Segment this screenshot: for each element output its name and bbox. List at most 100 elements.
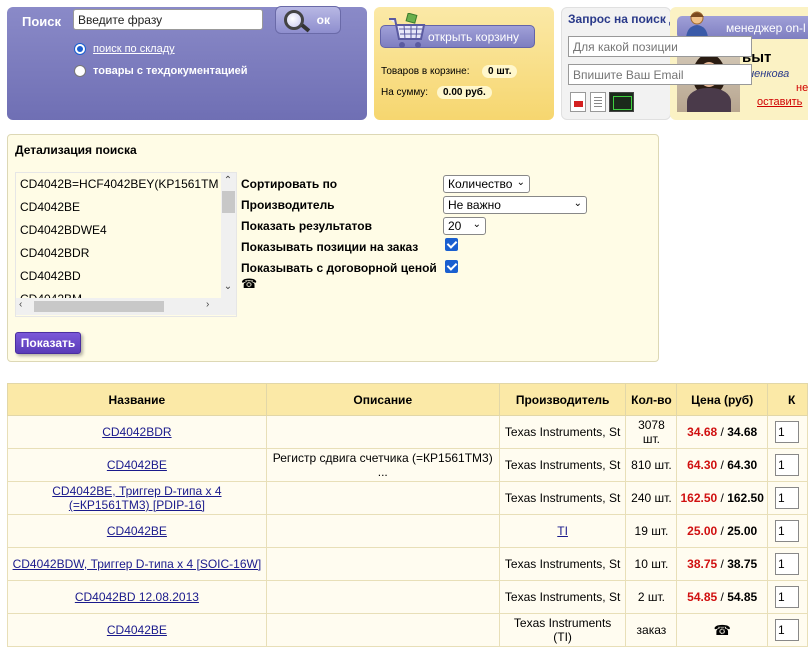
cell-quantity: 2 шт.	[625, 580, 678, 614]
cell-name: CD4042BE, Триггер D-типа x 4 (=КР1561ТМ3)…	[7, 481, 267, 515]
cell-maker: TI	[498, 514, 627, 548]
cell-name: CD4042BD 12.08.2013	[7, 580, 267, 614]
show-order-checkbox[interactable]	[445, 238, 458, 251]
table-row: CD4042BDR Texas Instruments, St 3078 шт. …	[7, 415, 808, 449]
maker-link[interactable]: TI	[557, 524, 568, 538]
scroll-right-icon[interactable]: ›	[206, 299, 209, 310]
product-link[interactable]: CD4042BDW, Триггер D-типа x 4 [SOIC-16W]	[13, 557, 262, 571]
result-count-label: Показать результатов	[241, 219, 372, 233]
request-email-input[interactable]	[568, 64, 752, 85]
maker-select[interactable]: Не важно ⌄	[443, 196, 587, 214]
search-button[interactable]: ок	[275, 6, 341, 34]
cell-quantity: 810 шт.	[625, 448, 678, 482]
show-contract-label: Показывать с договорной ценой	[241, 261, 437, 275]
sort-select[interactable]: Количество ⌄	[443, 175, 530, 193]
amount-input[interactable]	[775, 421, 799, 443]
scroll-thumb[interactable]	[34, 301, 164, 312]
amount-input[interactable]	[775, 487, 799, 509]
radio-docs-label[interactable]: товары с техдокументацией	[93, 65, 248, 77]
part-list-item[interactable]: CD4042BD	[20, 269, 81, 283]
request-title: Запрос на поиск д	[568, 12, 671, 26]
column-header-quantity[interactable]: Кол-во	[625, 383, 678, 416]
cell-price: 162.50 / 162.50	[676, 481, 768, 515]
chevron-down-icon: ⌄	[516, 177, 525, 188]
amount-input[interactable]	[775, 619, 799, 641]
cell-quantity: 19 шт.	[625, 514, 678, 548]
cell-maker: Texas Instruments, St	[498, 481, 627, 515]
results-table: Название Описание Производитель Кол-во Ц…	[7, 383, 808, 647]
scroll-down-icon[interactable]: ⌄	[223, 281, 233, 292]
table-row: CD4042BE TI 19 шт. 25.00 / 25.00	[7, 514, 808, 548]
product-link[interactable]: CD4042BE	[107, 623, 167, 637]
cell-name: CD4042BE	[7, 613, 267, 647]
document-icon[interactable]	[590, 92, 606, 112]
cell-amount	[767, 448, 808, 482]
chevron-down-icon: ⌄	[573, 198, 582, 209]
result-count-select[interactable]: 20 ⌄	[443, 217, 486, 235]
product-link[interactable]: CD4042BD 12.08.2013	[75, 590, 199, 604]
part-list-item[interactable]: CD4042BE	[20, 200, 80, 214]
radio-docs-search[interactable]	[74, 65, 86, 77]
sort-label: Сортировать по	[241, 177, 338, 191]
table-row: CD4042BE, Триггер D-типа x 4 (=КР1561ТМ3)…	[7, 481, 808, 515]
show-order-label: Показывать позиции на заказ	[241, 240, 419, 254]
cell-price: 38.75 / 38.75	[676, 547, 768, 581]
part-list-vertical-scrollbar[interactable]: ⌃ ⌄	[221, 173, 236, 298]
amount-input[interactable]	[775, 520, 799, 542]
product-link[interactable]: CD4042BE, Триггер D-типа x 4 (=КР1561ТМ3)…	[52, 484, 221, 512]
cell-amount	[767, 547, 808, 581]
cart-items-label: Товаров в корзине:	[381, 66, 470, 77]
cell-amount	[767, 580, 808, 614]
show-contract-checkbox[interactable]	[445, 260, 458, 273]
column-header-description[interactable]: Описание	[265, 383, 500, 416]
part-list-item[interactable]: CD4042BDR	[20, 246, 89, 260]
open-cart-label: открыть корзину	[428, 30, 519, 44]
request-position-input[interactable]	[568, 36, 752, 57]
cart-icon	[389, 13, 426, 48]
cell-quantity: 3078 шт.	[625, 415, 678, 449]
radio-stock-search[interactable]	[74, 43, 86, 55]
scroll-thumb[interactable]	[222, 191, 235, 213]
pdf-icon[interactable]	[570, 92, 586, 112]
cell-amount	[767, 415, 808, 449]
cell-name: CD4042BDR	[7, 415, 267, 449]
part-list-item[interactable]: CD4042B=HCF4042BEY(KP1561TM	[20, 177, 218, 191]
cell-quantity: заказ	[625, 613, 678, 647]
table-header-row: Название Описание Производитель Кол-во Ц…	[7, 383, 808, 416]
cell-description	[265, 481, 500, 515]
phone-icon: ☎	[241, 276, 258, 291]
part-list[interactable]: CD4042B=HCF4042BEY(KP1561TM CD4042BE CD4…	[15, 172, 237, 317]
cell-name: CD4042BE	[7, 514, 267, 548]
scroll-up-icon[interactable]: ⌃	[223, 175, 233, 186]
column-header-name[interactable]: Название	[7, 383, 267, 416]
manager-tab-label: менеджер on-l	[726, 21, 806, 35]
radio-stock-label[interactable]: поиск по складу	[93, 43, 175, 55]
scroll-left-icon[interactable]: ‹	[19, 299, 22, 310]
amount-input[interactable]	[775, 553, 799, 575]
product-link[interactable]: CD4042BE	[107, 458, 167, 472]
search-label: Поиск	[22, 14, 62, 29]
cell-price: 25.00 / 25.00	[676, 514, 768, 548]
amount-input[interactable]	[775, 454, 799, 476]
column-header-price[interactable]: Цена (руб)	[676, 383, 768, 416]
column-header-amount[interactable]: К	[767, 383, 808, 416]
product-link[interactable]: CD4042BE	[107, 524, 167, 538]
cell-maker: Texas Instruments (TI)	[498, 613, 627, 647]
cell-description	[265, 415, 500, 449]
chip-icon[interactable]	[609, 92, 634, 112]
magnifier-handle	[300, 23, 311, 33]
cell-description	[265, 547, 500, 581]
show-button[interactable]: Показать	[15, 332, 81, 354]
cell-description: Регистр сдвига счетчика (=КР1561ТМ3)...	[265, 448, 500, 482]
maker-label: Производитель	[241, 198, 335, 212]
part-list-horizontal-scrollbar[interactable]: ‹ ›	[16, 298, 236, 315]
part-list-item[interactable]: CD4042BDWE4	[20, 223, 107, 237]
product-link[interactable]: CD4042BDR	[102, 425, 171, 439]
leave-message-link[interactable]: оставить	[757, 96, 802, 108]
column-header-maker[interactable]: Производитель	[498, 383, 627, 416]
search-input[interactable]	[73, 9, 263, 30]
cell-price: ☎	[676, 613, 768, 647]
maker-select-value: Не важно	[448, 198, 501, 212]
amount-input[interactable]	[775, 586, 799, 608]
table-row: CD4042BD 12.08.2013 Texas Instruments, S…	[7, 580, 808, 614]
